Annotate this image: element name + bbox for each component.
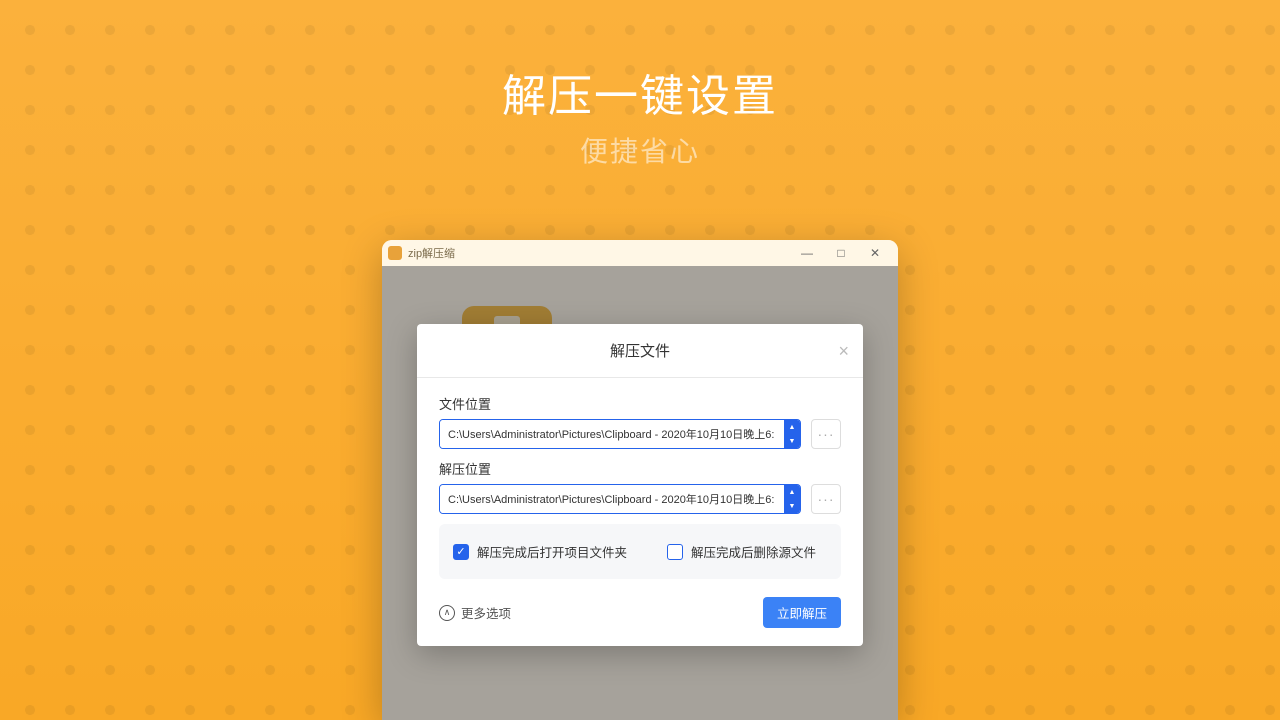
chevron-up-icon[interactable]: ▲ xyxy=(784,420,800,434)
more-options-toggle[interactable]: ∧ 更多选项 xyxy=(439,603,511,622)
file-location-stepper[interactable]: ▲ ▼ xyxy=(784,420,800,448)
chevron-up-icon[interactable]: ▲ xyxy=(784,485,800,499)
extract-location-stepper[interactable]: ▲ ▼ xyxy=(784,485,800,513)
extract-location-label: 解压位置 xyxy=(439,459,841,478)
dialog-title: 解压文件 xyxy=(610,340,670,361)
page-subhead: 便捷省心 xyxy=(0,130,1280,170)
app-icon xyxy=(388,246,402,260)
file-location-combo[interactable]: ▲ ▼ xyxy=(439,419,801,449)
checkbox-unchecked-icon xyxy=(667,544,683,560)
extract-dialog: 解压文件 × 文件位置 ▲ ▼ ··· 解压位置 xyxy=(417,324,863,646)
more-options-label: 更多选项 xyxy=(461,603,511,622)
checkbox-checked-icon: ✓ xyxy=(453,544,469,560)
delete-source-checkbox[interactable]: 解压完成后删除源文件 xyxy=(667,542,816,561)
delete-source-label: 解压完成后删除源文件 xyxy=(691,542,816,561)
options-box: ✓ 解压完成后打开项目文件夹 解压完成后删除源文件 xyxy=(439,524,841,579)
extract-location-browse-button[interactable]: ··· xyxy=(811,484,841,514)
page-headline: 解压一键设置 xyxy=(0,60,1280,124)
chevron-down-icon[interactable]: ▼ xyxy=(784,499,800,513)
file-location-browse-button[interactable]: ··· xyxy=(811,419,841,449)
dialog-close-button[interactable]: × xyxy=(838,342,849,360)
extract-location-combo[interactable]: ▲ ▼ xyxy=(439,484,801,514)
window-maximize-button[interactable]: □ xyxy=(824,240,858,266)
file-location-label: 文件位置 xyxy=(439,394,841,413)
chevron-down-icon[interactable]: ▼ xyxy=(784,434,800,448)
dialog-body: 文件位置 ▲ ▼ ··· 解压位置 ▲ ▼ xyxy=(417,378,863,597)
file-location-input[interactable] xyxy=(440,420,784,448)
page-background: 解压一键设置 便捷省心 zip解压缩 — □ ✕ 解压文件 × 文件位置 xyxy=(0,0,1280,720)
open-after-label: 解压完成后打开项目文件夹 xyxy=(477,542,627,561)
titlebar: zip解压缩 — □ ✕ xyxy=(382,240,898,266)
chevron-up-circle-icon: ∧ xyxy=(439,605,455,621)
window-minimize-button[interactable]: — xyxy=(790,240,824,266)
window-close-button[interactable]: ✕ xyxy=(858,240,892,266)
extract-location-row: ▲ ▼ ··· xyxy=(439,484,841,514)
extract-location-input[interactable] xyxy=(440,485,784,513)
file-location-row: ▲ ▼ ··· xyxy=(439,419,841,449)
app-title: zip解压缩 xyxy=(408,245,455,261)
extract-now-button[interactable]: 立即解压 xyxy=(763,597,841,628)
open-after-checkbox[interactable]: ✓ 解压完成后打开项目文件夹 xyxy=(453,542,627,561)
dialog-footer: ∧ 更多选项 立即解压 xyxy=(417,597,863,646)
dialog-header: 解压文件 × xyxy=(417,324,863,378)
